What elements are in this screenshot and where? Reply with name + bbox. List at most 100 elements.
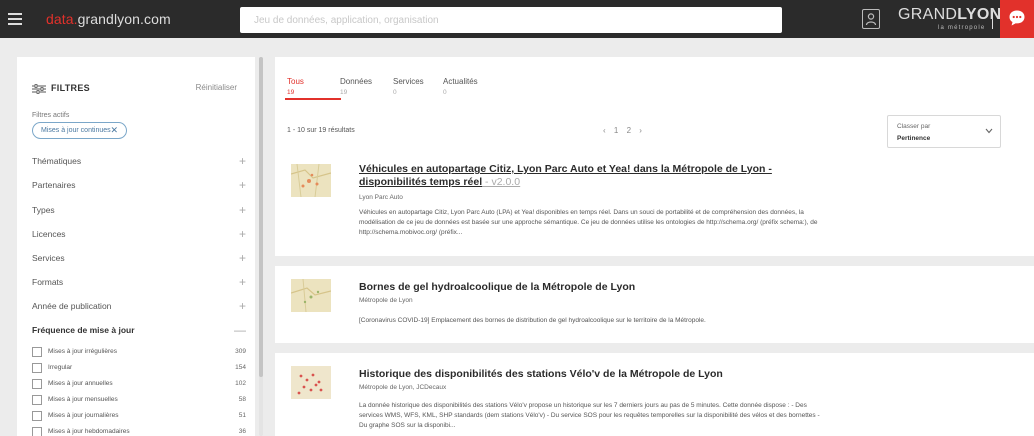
checkbox[interactable] xyxy=(32,427,42,436)
expand-plus-icon: + xyxy=(238,203,246,217)
brand-name: grandlyon.com xyxy=(77,11,171,27)
filter-category-licences[interactable]: Licences + xyxy=(32,227,246,245)
option-label: Mises à jour annuelles xyxy=(48,380,113,387)
pagination: ‹ 1 2 › xyxy=(603,126,648,135)
option-count: 58 xyxy=(238,396,246,403)
tab-label: Actualités xyxy=(443,77,478,86)
tab-count: 19 xyxy=(287,89,295,96)
checkbox[interactable] xyxy=(32,379,42,389)
option-count: 102 xyxy=(235,380,246,387)
filter-sliders-icon xyxy=(32,84,46,94)
results-panel: Tous 19 Données 19 Services 0 Actualités 0 1… xyxy=(275,57,1034,436)
category-label: Année de publication xyxy=(32,301,112,311)
option-label: Irregular xyxy=(48,364,73,371)
tab-services[interactable]: Services 0 xyxy=(393,77,424,96)
filter-option-checkbox[interactable]: Mises à jour hebdomadaires 36 xyxy=(32,426,246,436)
map-thumbnail-image xyxy=(291,279,331,312)
filter-category-services[interactable]: Services + xyxy=(32,251,246,269)
expand-plus-icon: + xyxy=(238,178,246,192)
result-description: [Coronavirus COVID-19] Emplacement des b… xyxy=(359,317,706,324)
result-map-thumbnail[interactable] xyxy=(291,279,331,312)
chat-bubble-icon xyxy=(1009,10,1025,26)
feedback-button[interactable] xyxy=(1000,0,1034,38)
option-label: Mises à jour journalières xyxy=(48,412,119,419)
filter-option-checkbox[interactable]: Irregular 154 xyxy=(32,362,246,376)
filter-option-checkbox[interactable]: Mises à jour journalières 51 xyxy=(32,410,246,424)
top-bar: data.grandlyon.com GRANDLYON la métropol… xyxy=(0,0,1034,38)
result-title-link[interactable]: Historique des disponibilités des statio… xyxy=(359,368,839,381)
chevron-down-icon xyxy=(985,128,993,134)
category-label: Licences xyxy=(32,229,66,239)
collapse-minus-icon: — xyxy=(234,323,246,337)
brand-accent: data. xyxy=(46,11,78,27)
version-badge: - v2.0.0 xyxy=(482,176,521,188)
option-count: 36 xyxy=(238,428,246,435)
tab-count: 0 xyxy=(393,89,397,96)
filter-category-annee[interactable]: Année de publication + xyxy=(32,299,246,317)
hamburger-menu-icon[interactable] xyxy=(8,10,22,28)
filter-option-checkbox[interactable]: Mises à jour mensuelles 58 xyxy=(32,394,246,408)
tab-label: Données xyxy=(340,77,373,86)
sort-value: Pertinence xyxy=(897,135,931,142)
page-1-link[interactable]: 1 xyxy=(614,126,618,135)
close-icon[interactable]: ✕ xyxy=(110,123,118,138)
result-title-text: Véhicules en autopartage Citiz, Lyon Par… xyxy=(359,163,772,188)
expand-plus-icon: + xyxy=(238,251,246,265)
user-account-button[interactable] xyxy=(862,9,880,29)
sidebar-scrollbar-thumb[interactable] xyxy=(259,57,263,377)
checkbox[interactable] xyxy=(32,347,42,357)
checkbox[interactable] xyxy=(32,363,42,373)
result-separator xyxy=(275,256,1034,266)
map-thumbnail-image xyxy=(291,164,331,197)
filter-option-checkbox[interactable]: Mises à jour annuelles 102 xyxy=(32,378,246,392)
category-label: Thématiques xyxy=(32,156,82,166)
category-label: Services xyxy=(32,253,65,263)
checkbox[interactable] xyxy=(32,411,42,421)
site-brand[interactable]: data.grandlyon.com xyxy=(46,11,171,27)
option-label: Mises à jour hebdomadaires xyxy=(48,428,130,435)
logo-subtitle: la métropole xyxy=(938,25,986,31)
reset-filters-link[interactable]: Réinitialiser xyxy=(196,83,237,92)
page-2-link[interactable]: 2 xyxy=(627,126,631,135)
tab-actualites[interactable]: Actualités 0 xyxy=(443,77,478,96)
result-organization: Métropole de Lyon, JCDecaux xyxy=(359,384,447,391)
filter-category-formats[interactable]: Formats + xyxy=(32,275,246,293)
expand-plus-icon: + xyxy=(238,275,246,289)
result-title-link[interactable]: Véhicules en autopartage Citiz, Lyon Par… xyxy=(359,163,839,189)
result-map-thumbnail[interactable] xyxy=(291,164,331,197)
category-label: Formats xyxy=(32,277,64,287)
search-bar xyxy=(240,7,1015,33)
filter-category-thematiques[interactable]: Thématiques + xyxy=(32,154,246,172)
result-map-thumbnail[interactable] xyxy=(291,366,331,399)
filter-category-partenaires[interactable]: Partenaires + xyxy=(32,178,246,196)
tab-donnees[interactable]: Données 19 xyxy=(340,77,372,96)
tab-count: 19 xyxy=(340,89,348,96)
result-description: Véhicules en autopartage Citiz, Lyon Par… xyxy=(359,209,818,236)
result-title-link[interactable]: Bornes de gel hydroalcoolique de la Métr… xyxy=(359,281,839,294)
filter-option-checkbox[interactable]: Mises à jour irrégulières 309 xyxy=(32,346,246,360)
filter-category-types[interactable]: Types + xyxy=(32,203,246,221)
user-icon xyxy=(865,13,877,26)
prev-page-icon[interactable]: ‹ xyxy=(603,126,606,135)
category-label: Fréquence de mise à jour xyxy=(32,325,135,335)
checkbox[interactable] xyxy=(32,395,42,405)
next-page-icon[interactable]: › xyxy=(639,126,642,135)
expand-plus-icon: + xyxy=(238,299,246,313)
result-description: La donnée historique des disponibilités … xyxy=(359,402,820,429)
filter-sidebar: FILTRES Réinitialiser Filtres actifs Mis… xyxy=(17,57,255,436)
filter-category-frequence[interactable]: Fréquence de mise à jour — xyxy=(32,323,246,341)
tab-tous[interactable]: Tous 19 xyxy=(287,77,304,96)
option-count: 154 xyxy=(235,364,246,371)
option-count: 309 xyxy=(235,348,246,355)
sort-select[interactable]: Classer par Pertinence xyxy=(887,115,1001,148)
result-organization: Lyon Parc Auto xyxy=(359,194,403,201)
result-separator xyxy=(275,343,1034,353)
active-tab-indicator xyxy=(285,98,341,100)
tab-label: Services xyxy=(393,77,424,86)
chip-label: Mises à jour continues xyxy=(41,127,111,134)
active-filters-label: Filtres actifs xyxy=(32,112,70,119)
grandlyon-logo[interactable]: GRANDLYON la métropole xyxy=(898,6,1001,34)
search-input[interactable] xyxy=(240,7,755,33)
category-label: Partenaires xyxy=(32,180,76,190)
active-filter-chip[interactable]: Mises à jour continues ✕ xyxy=(32,122,127,139)
